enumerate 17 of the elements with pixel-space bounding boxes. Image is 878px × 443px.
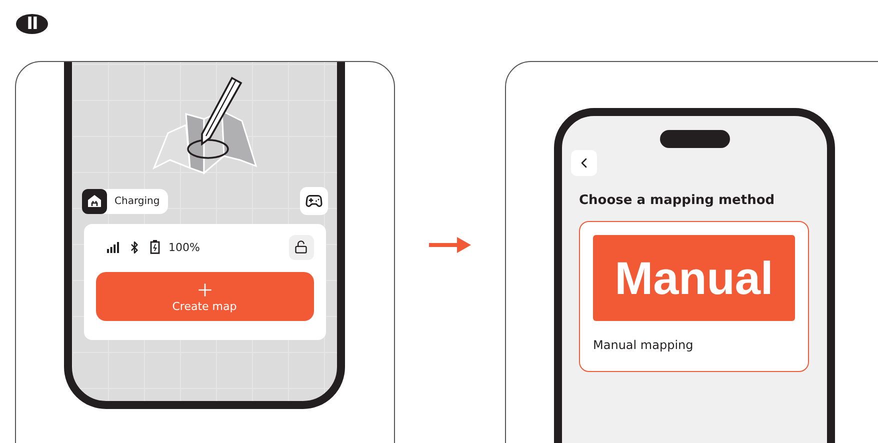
battery-icon: [150, 240, 160, 254]
mapping-option-card[interactable]: Manual Manual mapping: [579, 221, 809, 372]
screen-title: Choose a mapping method: [579, 193, 776, 208]
signal-icon: [106, 242, 118, 252]
option-label: Manual mapping: [593, 338, 694, 352]
gamepad-button[interactable]: [300, 187, 328, 215]
option-banner: Manual: [593, 235, 795, 321]
back-button[interactable]: [571, 150, 597, 176]
unlock-icon: [294, 240, 308, 254]
step-number: II: [16, 14, 48, 34]
charging-status: Charging: [82, 188, 168, 214]
dock-icon: [82, 188, 106, 214]
gamepad-icon: [304, 192, 322, 210]
phone-notch: [660, 130, 730, 148]
lock-button[interactable]: [288, 234, 314, 260]
arrow-icon: [429, 237, 471, 253]
battery-percent: 100%: [168, 240, 200, 254]
